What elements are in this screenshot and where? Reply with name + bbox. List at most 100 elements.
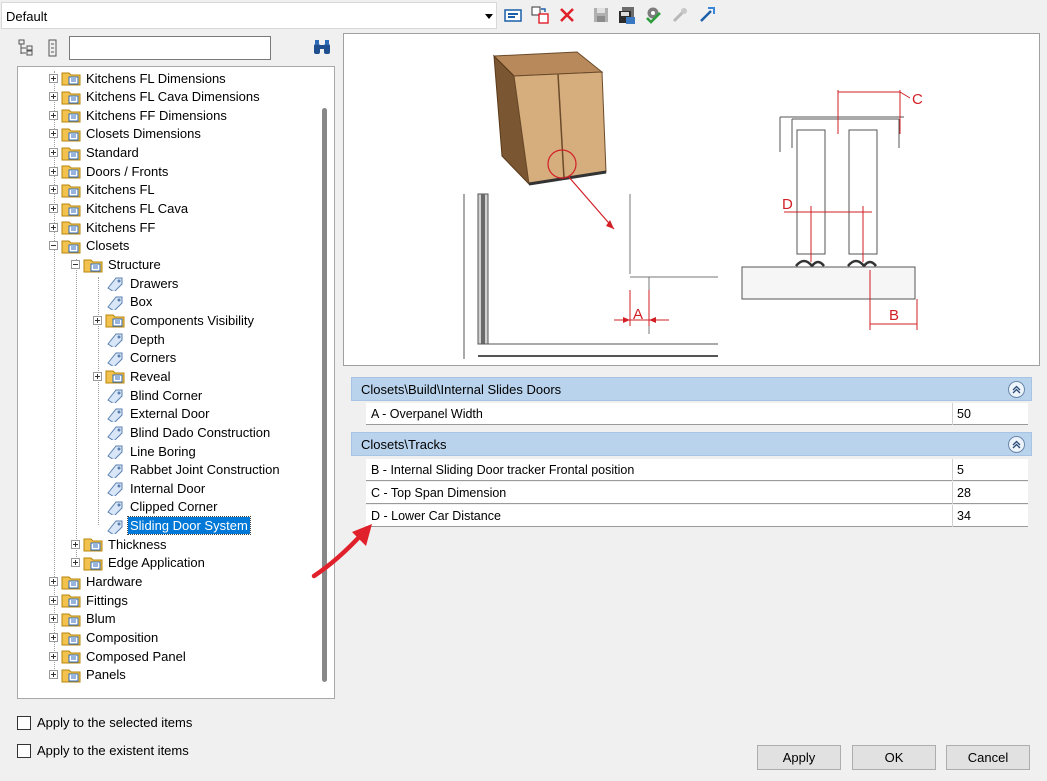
tree-item-label: Thickness	[108, 536, 167, 552]
save-all-icon[interactable]	[617, 5, 637, 25]
tree-item[interactable]: Kitchens FL	[49, 181, 157, 199]
expand-icon[interactable]	[71, 539, 80, 549]
apply-existent-option[interactable]: Apply to the existent items	[17, 743, 189, 758]
delete-icon[interactable]	[557, 5, 577, 25]
tree-item[interactable]: Line Boring	[93, 442, 198, 460]
tree-item[interactable]: Closets	[49, 237, 131, 255]
tree-item-label: Standard	[86, 145, 139, 161]
collapse-icon[interactable]	[49, 241, 58, 251]
tree-item[interactable]: Rabbet Joint Construction	[93, 461, 282, 479]
folder-icon	[61, 219, 81, 235]
tree-item[interactable]: Kitchens FL Cava Dimensions	[49, 88, 262, 106]
tool-icon[interactable]	[670, 5, 690, 25]
tree-item[interactable]: Thickness	[71, 535, 169, 553]
link-icon[interactable]	[697, 5, 717, 25]
tree-item[interactable]: Closets Dimensions	[49, 125, 203, 143]
expand-icon[interactable]	[71, 558, 80, 568]
folder-icon	[61, 630, 81, 646]
property-row[interactable]: A - Overpanel Width 50	[366, 403, 1028, 425]
expand-icon[interactable]	[49, 148, 58, 158]
property-value[interactable]: 28	[952, 482, 1028, 504]
apply-selected-option[interactable]: Apply to the selected items	[17, 715, 192, 730]
expand-icon[interactable]	[49, 614, 58, 624]
tree-item[interactable]: Kitchens FF Dimensions	[49, 106, 229, 124]
tree-item[interactable]: Clipped Corner	[93, 498, 219, 516]
property-row[interactable]: B - Internal Sliding Door tracker Fronta…	[366, 459, 1028, 481]
tree-item[interactable]: Edge Application	[71, 554, 207, 572]
tree-item[interactable]: Blind Dado Construction	[93, 423, 272, 441]
expand-icon[interactable]	[49, 129, 58, 139]
preset-combo[interactable]: Default	[1, 2, 497, 29]
tree-item[interactable]: Drawers	[93, 274, 180, 292]
tree-item[interactable]: Standard	[49, 144, 141, 162]
tree-scrollbar[interactable]	[319, 74, 331, 691]
tree-item[interactable]: Kitchens FF	[49, 218, 157, 236]
properties-icon[interactable]	[503, 5, 523, 25]
tree-item[interactable]: Reveal	[93, 367, 172, 385]
tree-item-label: Hardware	[86, 574, 143, 590]
tree-item[interactable]: Composed Panel	[49, 647, 188, 665]
chevron-down-icon[interactable]	[485, 14, 493, 19]
expand-icon[interactable]	[49, 633, 58, 642]
copy-icon[interactable]	[530, 5, 550, 25]
tree-item[interactable]: Fittings	[49, 591, 130, 609]
save-icon[interactable]	[591, 5, 611, 25]
tree-item[interactable]: Structure	[71, 256, 163, 274]
tree-item[interactable]: Panels	[49, 666, 128, 684]
tree-item[interactable]: Kitchens FL Cava	[49, 200, 190, 218]
property-value[interactable]: 50	[952, 403, 1028, 425]
expand-icon[interactable]	[49, 670, 58, 680]
apply-existent-checkbox[interactable]	[17, 743, 31, 758]
expand-icon[interactable]	[93, 371, 102, 381]
tree-item[interactable]: Blum	[49, 610, 118, 628]
tree-item[interactable]: Sliding Door System	[93, 516, 251, 536]
collapse-icon[interactable]	[1008, 436, 1025, 453]
expand-icon[interactable]	[49, 185, 58, 195]
tree-item[interactable]: Corners	[93, 349, 178, 367]
tree-item[interactable]: Components Visibility	[93, 311, 256, 329]
expand-icon[interactable]	[49, 595, 58, 605]
tree-item[interactable]: Doors / Fronts	[49, 162, 170, 180]
apply-button[interactable]: Apply	[757, 745, 841, 770]
expand-icon[interactable]	[49, 651, 58, 661]
tree-item-label: Composition	[86, 630, 159, 645]
tree-item[interactable]: Blind Corner	[93, 386, 204, 404]
tree-item[interactable]: Hardware	[49, 573, 144, 591]
tree-collapse-icon[interactable]	[46, 38, 62, 58]
folder-icon	[61, 126, 81, 142]
property-row[interactable]: D - Lower Car Distance 34	[366, 505, 1028, 527]
expand-icon[interactable]	[49, 204, 58, 214]
tree-item-label: Kitchens FF Dimensions	[86, 107, 227, 123]
expand-icon[interactable]	[49, 222, 58, 232]
ok-button[interactable]: OK	[852, 745, 936, 770]
tree-item[interactable]: Internal Door	[93, 479, 207, 497]
tree-item[interactable]: External Door	[93, 405, 211, 423]
expand-icon[interactable]	[49, 166, 58, 176]
tree-item-label: Corners	[130, 350, 177, 366]
tree-expand-icon[interactable]	[18, 38, 34, 58]
tree-item-label: Rabbet Joint Construction	[130, 462, 280, 478]
tree-item[interactable]: Composition	[49, 629, 160, 647]
expand-icon[interactable]	[49, 110, 58, 120]
binoculars-icon[interactable]	[312, 38, 332, 56]
apply-selected-checkbox[interactable]	[17, 715, 31, 730]
tree-panel[interactable]: Kitchens FL Dimensions Kitchens FL Cava D…	[17, 66, 335, 699]
collapse-icon[interactable]	[71, 260, 80, 269]
expand-icon[interactable]	[49, 73, 58, 83]
tree-item[interactable]: Box	[93, 293, 154, 311]
tree-item[interactable]: Depth	[93, 330, 167, 348]
tree-search-input[interactable]	[69, 36, 271, 60]
cancel-button[interactable]: Cancel	[946, 745, 1030, 770]
property-value[interactable]: 5	[952, 459, 1028, 481]
settings-check-icon[interactable]	[643, 5, 663, 25]
expand-icon[interactable]	[93, 315, 102, 325]
group-header-tracks[interactable]: Closets\Tracks	[351, 432, 1032, 456]
property-value[interactable]: 34	[952, 505, 1028, 527]
group-header-internal-slides[interactable]: Closets\Build\Internal Slides Doors	[351, 377, 1032, 401]
expand-icon[interactable]	[49, 577, 58, 587]
tree-item[interactable]: Kitchens FL Dimensions	[49, 69, 228, 87]
tree-scrollbar-thumb[interactable]	[322, 108, 327, 682]
property-row[interactable]: C - Top Span Dimension 28	[366, 482, 1028, 504]
collapse-icon[interactable]	[1008, 381, 1025, 398]
expand-icon[interactable]	[49, 92, 58, 102]
